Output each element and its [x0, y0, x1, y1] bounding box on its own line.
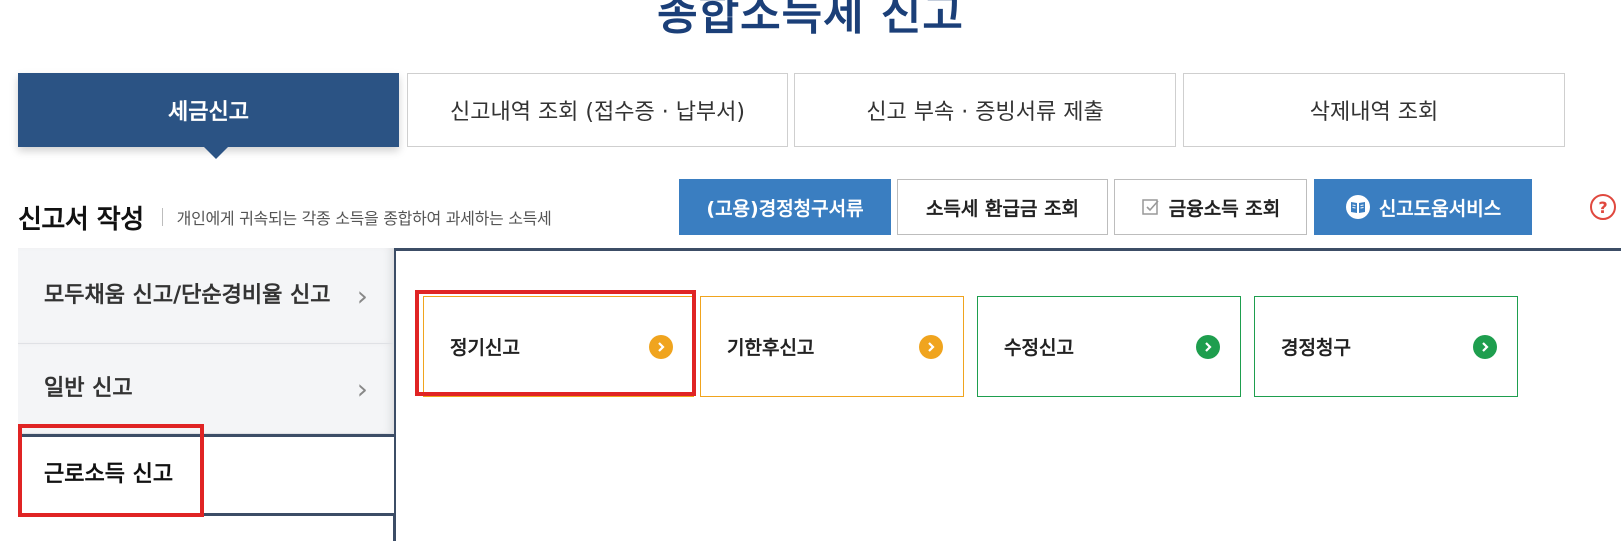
tab-filing-history[interactable]: 신고내역 조회 (접수증 · 납부서): [407, 73, 788, 147]
nav-item-general-filing[interactable]: 일반 신고 ›: [18, 344, 394, 434]
nav-border-top: [18, 434, 396, 437]
active-tab-pointer: [204, 147, 228, 159]
left-nav: 모두채움 신고/단순경비율 신고 › 일반 신고 › 근로소득 신고: [18, 248, 394, 541]
book-icon: [1345, 194, 1371, 220]
nav-item-prefilled-filing[interactable]: 모두채움 신고/단순경비율 신고 ›: [18, 248, 394, 344]
section-title: 신고서 작성: [18, 204, 144, 235]
financial-income-inquiry-label: 금융소득 조회: [1168, 197, 1281, 220]
arrow-right-circle-icon: [1473, 334, 1497, 359]
tax-refund-inquiry-label: 소득세 환급금 조회: [925, 197, 1080, 220]
tax-refund-inquiry-button[interactable]: 소득세 환급금 조회: [897, 179, 1108, 235]
nav-border-bottom: [18, 513, 396, 516]
arrow-right-circle-icon: [649, 334, 673, 359]
late-filing-card[interactable]: 기한후신고: [700, 296, 964, 397]
regular-filing-label: 정기신고: [450, 337, 520, 359]
nav-item-label: 근로소득 신고: [44, 462, 174, 487]
chevron-right-icon: ›: [356, 279, 368, 312]
check-square-icon: [1141, 197, 1161, 217]
section-divider: [161, 208, 163, 226]
correction-claim-docs-label: (고용)경정청구서류: [706, 197, 864, 220]
main-tabs: 세금신고 신고내역 조회 (접수증 · 납부서) 신고 부속 · 증빙서류 제출…: [18, 73, 1616, 159]
filing-help-service-button[interactable]: 신고도움서비스: [1314, 179, 1532, 235]
question-circle-icon[interactable]: ?: [1590, 194, 1616, 220]
arrow-right-circle-icon: [919, 334, 943, 359]
correction-claim-docs-button[interactable]: (고용)경정청구서류: [679, 179, 891, 235]
chevron-right-icon: ›: [356, 372, 368, 405]
tab-attachment-submission[interactable]: 신고 부속 · 증빙서류 제출: [794, 73, 1176, 147]
nav-item-earned-income-filing[interactable]: 근로소득 신고: [18, 437, 394, 513]
arrow-right-circle-icon: [1196, 334, 1220, 359]
nav-item-label: 모두채움 신고/단순경비율 신고: [44, 282, 331, 308]
regular-filing-card[interactable]: 정기신고: [423, 296, 694, 397]
filing-help-service-label: 신고도움서비스: [1378, 197, 1502, 220]
late-filing-label: 기한후신고: [727, 337, 815, 359]
amended-filing-card[interactable]: 수정신고: [977, 296, 1241, 397]
tab-tax-filing[interactable]: 세금신고: [18, 73, 399, 147]
page-title: 종합소득세 신고: [657, 0, 964, 40]
amended-filing-label: 수정신고: [1004, 337, 1074, 359]
page-root: 종합소득세 신고 세금신고 신고내역 조회 (접수증 · 납부서) 신고 부속 …: [0, 0, 1621, 541]
section-description: 개인에게 귀속되는 각종 소득을 종합하여 과세하는 소득세: [176, 209, 552, 228]
correction-claim-label: 경정청구: [1281, 337, 1351, 359]
nav-item-label: 일반 신고: [44, 375, 133, 401]
section-header: 신고서 작성 개인에게 귀속되는 각종 소득을 종합하여 과세하는 소득세: [18, 197, 552, 237]
tab-deletion-history[interactable]: 삭제내역 조회: [1183, 73, 1565, 147]
correction-claim-card[interactable]: 경정청구: [1254, 296, 1518, 397]
financial-income-inquiry-button[interactable]: 금융소득 조회: [1114, 179, 1307, 235]
